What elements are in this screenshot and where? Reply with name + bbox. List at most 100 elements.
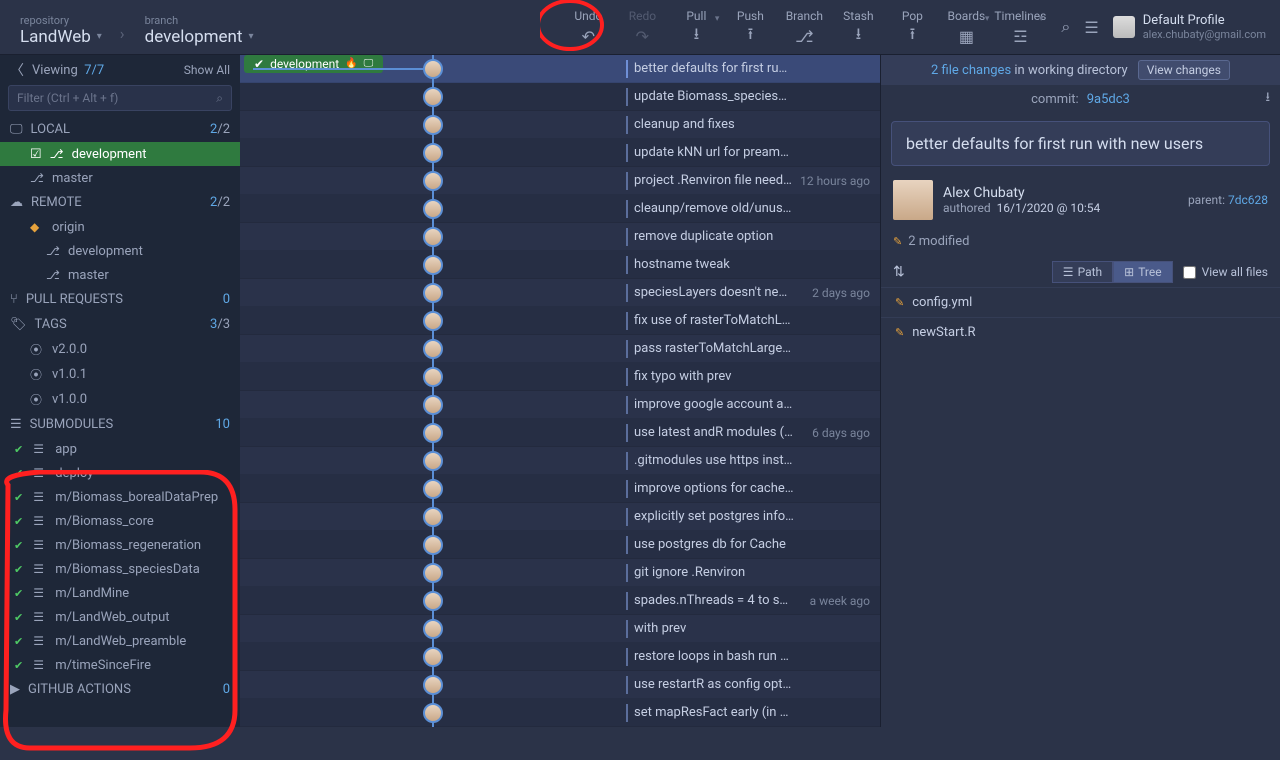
pull-button[interactable]: Pull⭳▾ — [669, 0, 723, 54]
filter-input[interactable]: Filter (Ctrl + Alt + f) ⌕ — [8, 85, 232, 111]
commit-row[interactable]: cleaunp/remove old/unused code in La… — [240, 195, 880, 223]
tag-item[interactable]: ⦿v2.0.0 — [0, 337, 240, 362]
commit-time: 12 hours ago — [794, 174, 880, 188]
commit-node — [423, 115, 443, 135]
commit-row[interactable]: .gitmodules use https instead of ssh — [240, 447, 880, 475]
submodule-item[interactable]: ✔☰m/LandWeb_preamble — [0, 629, 240, 653]
section-local[interactable]: 🖵LOCAL2/2 — [0, 117, 240, 142]
repo-crumb[interactable]: repository LandWeb▾ — [0, 8, 120, 47]
section-submodules[interactable]: ☰SUBMODULES10 — [0, 412, 240, 437]
push-button[interactable]: Push⭱ — [723, 0, 777, 54]
pop-button[interactable]: Pop⭱ — [885, 0, 939, 54]
sort-icon[interactable]: ⇅ — [893, 264, 905, 280]
commit-row[interactable]: use postgres db for Cache — [240, 531, 880, 559]
section-tags[interactable]: 🏷TAGS3/3 — [0, 312, 240, 337]
commit-row[interactable]: ✔development 🔥 🖵better defaults for firs… — [240, 55, 880, 83]
commit-row[interactable]: improve google account auth message — [240, 391, 880, 419]
menu-icon[interactable]: ☰ — [1084, 18, 1098, 37]
submodule-item[interactable]: ✔☰app — [0, 437, 240, 461]
commit-row[interactable]: with prev — [240, 615, 880, 643]
commit-row[interactable]: hostname tweak — [240, 251, 880, 279]
tag-item[interactable]: ⦿v1.0.0 — [0, 387, 240, 412]
commit-row[interactable]: use latest andR modules (wit…6 days ago — [240, 419, 880, 447]
show-all-link[interactable]: Show All — [184, 63, 230, 77]
submodule-item[interactable]: ✔☰m/timeSinceFire — [0, 653, 240, 677]
view-all-files[interactable]: View all files — [1183, 265, 1268, 279]
commit-row[interactable]: improve options for cache w/ postgres — [240, 475, 880, 503]
commit-node — [423, 619, 443, 639]
commit-node — [423, 395, 443, 415]
path-tab[interactable]: ☰ Path — [1052, 261, 1113, 283]
commit-hash[interactable]: 9a5dc3 — [1087, 92, 1130, 107]
section-remote[interactable]: ☁REMOTE2/2 — [0, 190, 240, 215]
commit-row[interactable]: update kNN url for preamble — [240, 139, 880, 167]
submodule-item[interactable]: ✔☰m/Biomass_borealDataPrep — [0, 485, 240, 509]
file-item[interactable]: ✎config.yml — [881, 287, 1280, 317]
boards-button[interactable]: Boards▦▾ — [939, 0, 993, 54]
commit-message: update Biomass_speciesData — [626, 88, 794, 106]
branch-label: branch — [145, 14, 254, 27]
commit-row[interactable]: speciesLayers doesn't need s…2 days ago — [240, 279, 880, 307]
commit-message: explicitly set postgres info using env v… — [626, 508, 794, 526]
commit-node — [423, 59, 443, 79]
submodule-item[interactable]: ✔☰m/Biomass_speciesData — [0, 557, 240, 581]
commit-row[interactable]: explicitly set postgres info using env v… — [240, 503, 880, 531]
commit-row[interactable]: project .Renviron file need…12 hours ago — [240, 167, 880, 195]
branch-crumb[interactable]: branch development▾ — [125, 8, 272, 47]
submodule-item[interactable]: ✔☰m/LandMine — [0, 581, 240, 605]
commit-row[interactable]: restore loops in bash run scripts — [240, 643, 880, 671]
back-icon[interactable]: 〈 — [10, 60, 24, 80]
commit-label: commit: — [1031, 92, 1079, 107]
view-changes-button[interactable]: View changes — [1138, 60, 1230, 80]
push-icon: ⭱ — [748, 27, 754, 45]
commit-row[interactable]: fix typo with prev — [240, 363, 880, 391]
section-actions[interactable]: ▶GITHUB ACTIONS0 — [0, 677, 240, 702]
commit-message: pass rasterToMatchLarge to Biomass_b… — [626, 340, 794, 358]
commit-row[interactable]: set mapResFact early (in 01-init.R) — [240, 699, 880, 727]
commit-row[interactable]: fix use of rasterToMatchLarge — [240, 307, 880, 335]
commit-message: hostname tweak — [626, 256, 794, 274]
commit-message: remove duplicate option — [626, 228, 794, 246]
stash-button[interactable]: Stash⭳ — [831, 0, 885, 54]
commit-message: project .Renviron file need… — [626, 172, 794, 190]
commit-node — [423, 255, 443, 275]
parent-hash[interactable]: 7dc628 — [1228, 193, 1268, 207]
redo-button[interactable]: Redo↷ — [615, 0, 669, 54]
modified-count: 2 modified — [908, 234, 969, 249]
submodule-item[interactable]: ✔☰m/Biomass_core — [0, 509, 240, 533]
commit-message: set mapResFact early (in 01-init.R) — [626, 704, 794, 722]
commit-row[interactable]: spades.nThreads = 4 to spe…a week ago — [240, 587, 880, 615]
commit-row[interactable]: cleanup and fixes — [240, 111, 880, 139]
submodule-item[interactable]: ✔☰deploy — [0, 461, 240, 485]
local-item[interactable]: ☑⎇development — [0, 142, 240, 166]
branch-chip[interactable]: ✔development 🔥 🖵 — [244, 55, 383, 73]
branch-button[interactable]: Branch⎇ — [777, 0, 831, 54]
commit-row[interactable]: pass rasterToMatchLarge to Biomass_b… — [240, 335, 880, 363]
timelines-button[interactable]: Timelines☲▾ — [993, 0, 1047, 54]
parent-label: parent: — [1188, 193, 1225, 207]
commit-row[interactable]: git ignore .Renviron — [240, 559, 880, 587]
download-icon[interactable]: ⭳ — [1265, 88, 1270, 110]
remote-item[interactable]: ◆origin — [0, 215, 240, 239]
commit-row[interactable]: remove duplicate option — [240, 223, 880, 251]
stack-icon: ☰ — [33, 634, 47, 648]
commit-row[interactable]: update Biomass_speciesData — [240, 83, 880, 111]
section-pullrequests[interactable]: ⑂PULL REQUESTS0 — [0, 287, 240, 312]
tree-tab[interactable]: ⊞ Tree — [1113, 261, 1172, 283]
remote-item[interactable]: ⎇master — [0, 263, 240, 287]
local-item[interactable]: ⎇master — [0, 166, 240, 190]
submodule-item[interactable]: ✔☰m/LandWeb_output — [0, 605, 240, 629]
profile[interactable]: Default Profile alex.chubaty@gmail.com — [1113, 13, 1266, 41]
undo-button[interactable]: Undo↶ — [561, 0, 615, 54]
undo-icon: ↶ — [582, 27, 595, 45]
submodule-item[interactable]: ✔☰m/Biomass_regeneration — [0, 533, 240, 557]
commit-node — [423, 143, 443, 163]
remote-item[interactable]: ⎇development — [0, 239, 240, 263]
check-icon: ✔ — [14, 635, 23, 648]
commit-row[interactable]: use restartR as config option (FALSE for… — [240, 671, 880, 699]
tags-icon: 🏷 — [10, 317, 27, 332]
tag-item[interactable]: ⦿v1.0.1 — [0, 362, 240, 387]
search-icon[interactable]: ⌕ — [1061, 17, 1070, 37]
file-item[interactable]: ✎newStart.R — [881, 317, 1280, 347]
chevron-down-icon: ▾ — [97, 31, 102, 42]
